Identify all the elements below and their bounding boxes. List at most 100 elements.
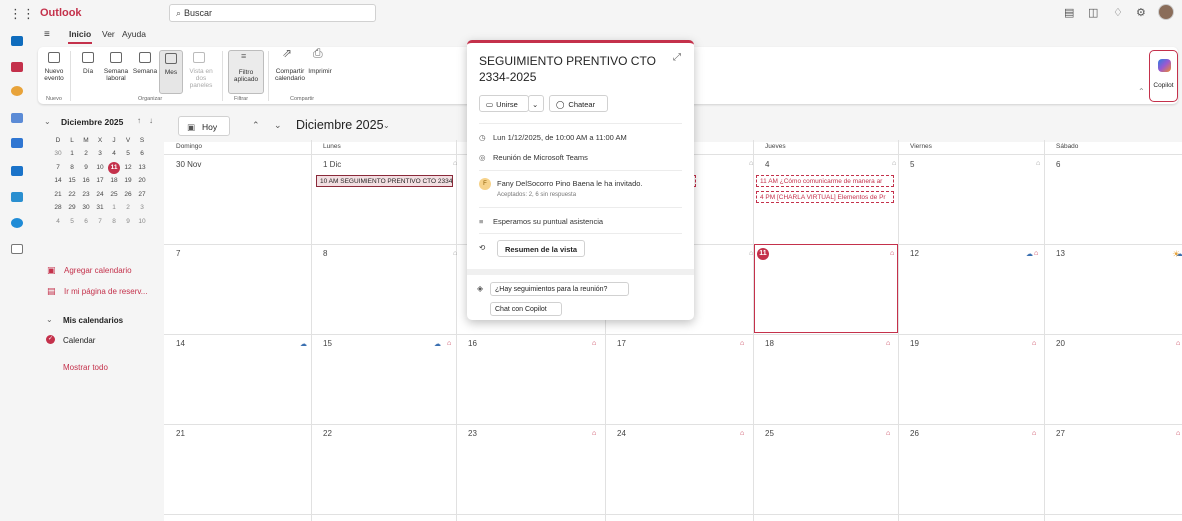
calendar-day-cell[interactable] bbox=[165, 424, 311, 513]
chat-button[interactable]: ◯ Chatear bbox=[549, 95, 608, 112]
share-calendar-icon[interactable]: ⇗ bbox=[282, 47, 292, 59]
calendar-day-cell[interactable] bbox=[312, 244, 456, 333]
mini-calendar-day[interactable]: 16 bbox=[80, 177, 92, 184]
month-title[interactable]: Diciembre 2025 bbox=[296, 118, 384, 132]
my-calendars-chevron-icon[interactable]: ⌄ bbox=[46, 315, 53, 324]
mini-calendar-day[interactable]: 24 bbox=[94, 191, 106, 198]
day-view-icon[interactable] bbox=[82, 52, 94, 63]
mini-calendar-day[interactable]: 6 bbox=[136, 150, 148, 157]
chat-copilot-chip[interactable]: Chat con Copilot bbox=[490, 302, 562, 316]
calendar-check-icon[interactable]: ✓ bbox=[46, 335, 55, 344]
copilot-app-icon[interactable] bbox=[11, 86, 23, 96]
settings-gear-icon[interactable]: ⚙ bbox=[1136, 6, 1146, 19]
mini-calendar-day[interactable]: 22 bbox=[66, 191, 78, 198]
search-input[interactable]: ⌕ Buscar bbox=[169, 4, 376, 22]
mini-calendar-day[interactable]: 8 bbox=[108, 218, 120, 225]
day-view-button[interactable]: Día bbox=[76, 68, 100, 75]
event-seguimiento[interactable]: 10 AM SEGUIMIENTO PRENTIVO CTO 2334-2025 bbox=[316, 175, 453, 187]
todo-icon[interactable] bbox=[11, 138, 23, 148]
calendar-day-cell[interactable] bbox=[312, 424, 456, 513]
files-icon[interactable] bbox=[11, 166, 23, 176]
calendar-day-cell[interactable] bbox=[165, 244, 311, 333]
mini-calendar-day[interactable]: 5 bbox=[122, 150, 134, 157]
mini-calendar-day[interactable]: 29 bbox=[66, 204, 78, 211]
join-button[interactable]: ▭ Unirse bbox=[479, 95, 529, 112]
filter-button[interactable]: ≡ Filtro aplicado bbox=[228, 50, 264, 94]
organizer-avatar[interactable]: F bbox=[479, 178, 491, 190]
mini-calendar-day[interactable]: 10 bbox=[94, 164, 106, 171]
print-icon[interactable]: ⎙ bbox=[313, 47, 323, 59]
teams-icon[interactable] bbox=[11, 192, 23, 202]
tab-ver[interactable]: Ver bbox=[102, 29, 115, 39]
view-summary-button[interactable]: Resumen de la vista bbox=[497, 240, 585, 257]
mini-calendar-day[interactable]: 17 bbox=[94, 177, 106, 184]
week-view-icon[interactable] bbox=[139, 52, 151, 63]
app-title[interactable]: Outlook bbox=[40, 7, 82, 19]
mini-calendar-day[interactable]: 10 bbox=[136, 218, 148, 225]
tab-ayuda[interactable]: Ayuda bbox=[122, 29, 146, 39]
attendee-status-text[interactable]: Aceptados: 2, 6 sin respuesta bbox=[497, 192, 576, 198]
calendar-day-cell[interactable] bbox=[754, 334, 898, 423]
mini-calendar-day[interactable]: 7 bbox=[52, 164, 64, 171]
mini-calendar-day[interactable]: 2 bbox=[80, 150, 92, 157]
mini-prev-month-icon[interactable]: ↑ bbox=[137, 116, 141, 125]
notifications-icon[interactable]: ♢ bbox=[1113, 6, 1123, 19]
add-calendar-link[interactable]: Agregar calendario bbox=[64, 266, 132, 275]
work-week-icon[interactable] bbox=[110, 52, 122, 63]
mini-calendar-day[interactable]: 7 bbox=[94, 218, 106, 225]
join-options-chevron-icon[interactable]: ⌄ bbox=[528, 95, 544, 112]
calendar-day-cell[interactable] bbox=[754, 244, 898, 333]
print-button[interactable]: Imprimir bbox=[306, 68, 334, 75]
mini-calendar-day[interactable]: 1 bbox=[108, 204, 120, 211]
onedrive-icon[interactable] bbox=[11, 218, 23, 228]
people-icon[interactable] bbox=[11, 113, 23, 123]
hamburger-menu-icon[interactable]: ≡ bbox=[44, 29, 50, 40]
calendar-day-cell[interactable] bbox=[899, 424, 1044, 513]
mini-calendar-day[interactable]: 6 bbox=[80, 218, 92, 225]
calendar-day-cell[interactable] bbox=[1045, 424, 1182, 513]
event-charla-virtual[interactable]: 4 PM [CHARLA VIRTUAL] Elementos de Pr bbox=[756, 191, 894, 203]
calendar-day-cell[interactable] bbox=[457, 424, 605, 513]
mini-calendar-title[interactable]: Diciembre 2025 bbox=[61, 117, 123, 127]
mini-calendar-day[interactable]: 26 bbox=[122, 191, 134, 198]
mini-calendar-day[interactable]: 15 bbox=[66, 177, 78, 184]
mini-calendar-day[interactable]: 30 bbox=[52, 150, 64, 157]
mini-calendar-day[interactable]: 12 bbox=[122, 164, 134, 171]
calendar-day-cell[interactable] bbox=[606, 334, 753, 423]
calendar-day-cell[interactable] bbox=[899, 244, 1044, 333]
month-view-button[interactable]: Mes bbox=[159, 50, 183, 94]
mini-calendar-day[interactable]: 14 bbox=[52, 177, 64, 184]
today-button[interactable]: ▣ Hoy bbox=[178, 116, 230, 136]
prev-month-icon[interactable]: ⌃ bbox=[252, 120, 260, 131]
my-calendars-heading[interactable]: Mis calendarios bbox=[63, 316, 123, 325]
more-apps-icon[interactable] bbox=[11, 244, 23, 254]
mini-calendar-day[interactable]: 19 bbox=[122, 177, 134, 184]
mini-calendar-day[interactable]: 1 bbox=[66, 150, 78, 157]
mini-calendar-day[interactable]: 4 bbox=[52, 218, 64, 225]
calendar-day-cell[interactable] bbox=[165, 334, 311, 423]
calendar-day-cell[interactable] bbox=[1045, 244, 1182, 333]
collapse-ribbon-icon[interactable]: ⌃ bbox=[1138, 87, 1145, 96]
calendar-icon[interactable] bbox=[11, 62, 23, 72]
collapse-chevron-icon[interactable]: ⌄ bbox=[44, 117, 51, 126]
mini-calendar-day[interactable]: 23 bbox=[80, 191, 92, 198]
mini-calendar-day[interactable]: 2 bbox=[122, 204, 134, 211]
mini-calendar-day[interactable]: 30 bbox=[80, 204, 92, 211]
next-month-icon[interactable]: ⌄ bbox=[274, 120, 282, 131]
user-avatar[interactable] bbox=[1158, 4, 1174, 20]
mini-calendar-day[interactable]: 3 bbox=[136, 204, 148, 211]
mini-calendar-day[interactable]: 28 bbox=[52, 204, 64, 211]
calendar-day-cell[interactable] bbox=[1045, 155, 1182, 244]
mini-calendar-day[interactable]: 8 bbox=[66, 164, 78, 171]
copilot-button[interactable]: Copilot bbox=[1149, 50, 1178, 102]
mini-calendar-day[interactable]: 9 bbox=[122, 218, 134, 225]
new-event-button[interactable]: Nuevo evento bbox=[40, 68, 68, 82]
calendar-item-label[interactable]: Calendar bbox=[63, 336, 95, 345]
calendar-day-cell[interactable] bbox=[899, 334, 1044, 423]
share-calendar-button[interactable]: Compartir calendario bbox=[272, 68, 308, 82]
mini-calendar-day[interactable]: 20 bbox=[136, 177, 148, 184]
calendar-day-cell[interactable] bbox=[457, 334, 605, 423]
booking-page-link[interactable]: Ir mi página de reserv... bbox=[64, 287, 147, 296]
new-event-icon[interactable] bbox=[48, 52, 60, 63]
mini-calendar-day[interactable]: 25 bbox=[108, 191, 120, 198]
